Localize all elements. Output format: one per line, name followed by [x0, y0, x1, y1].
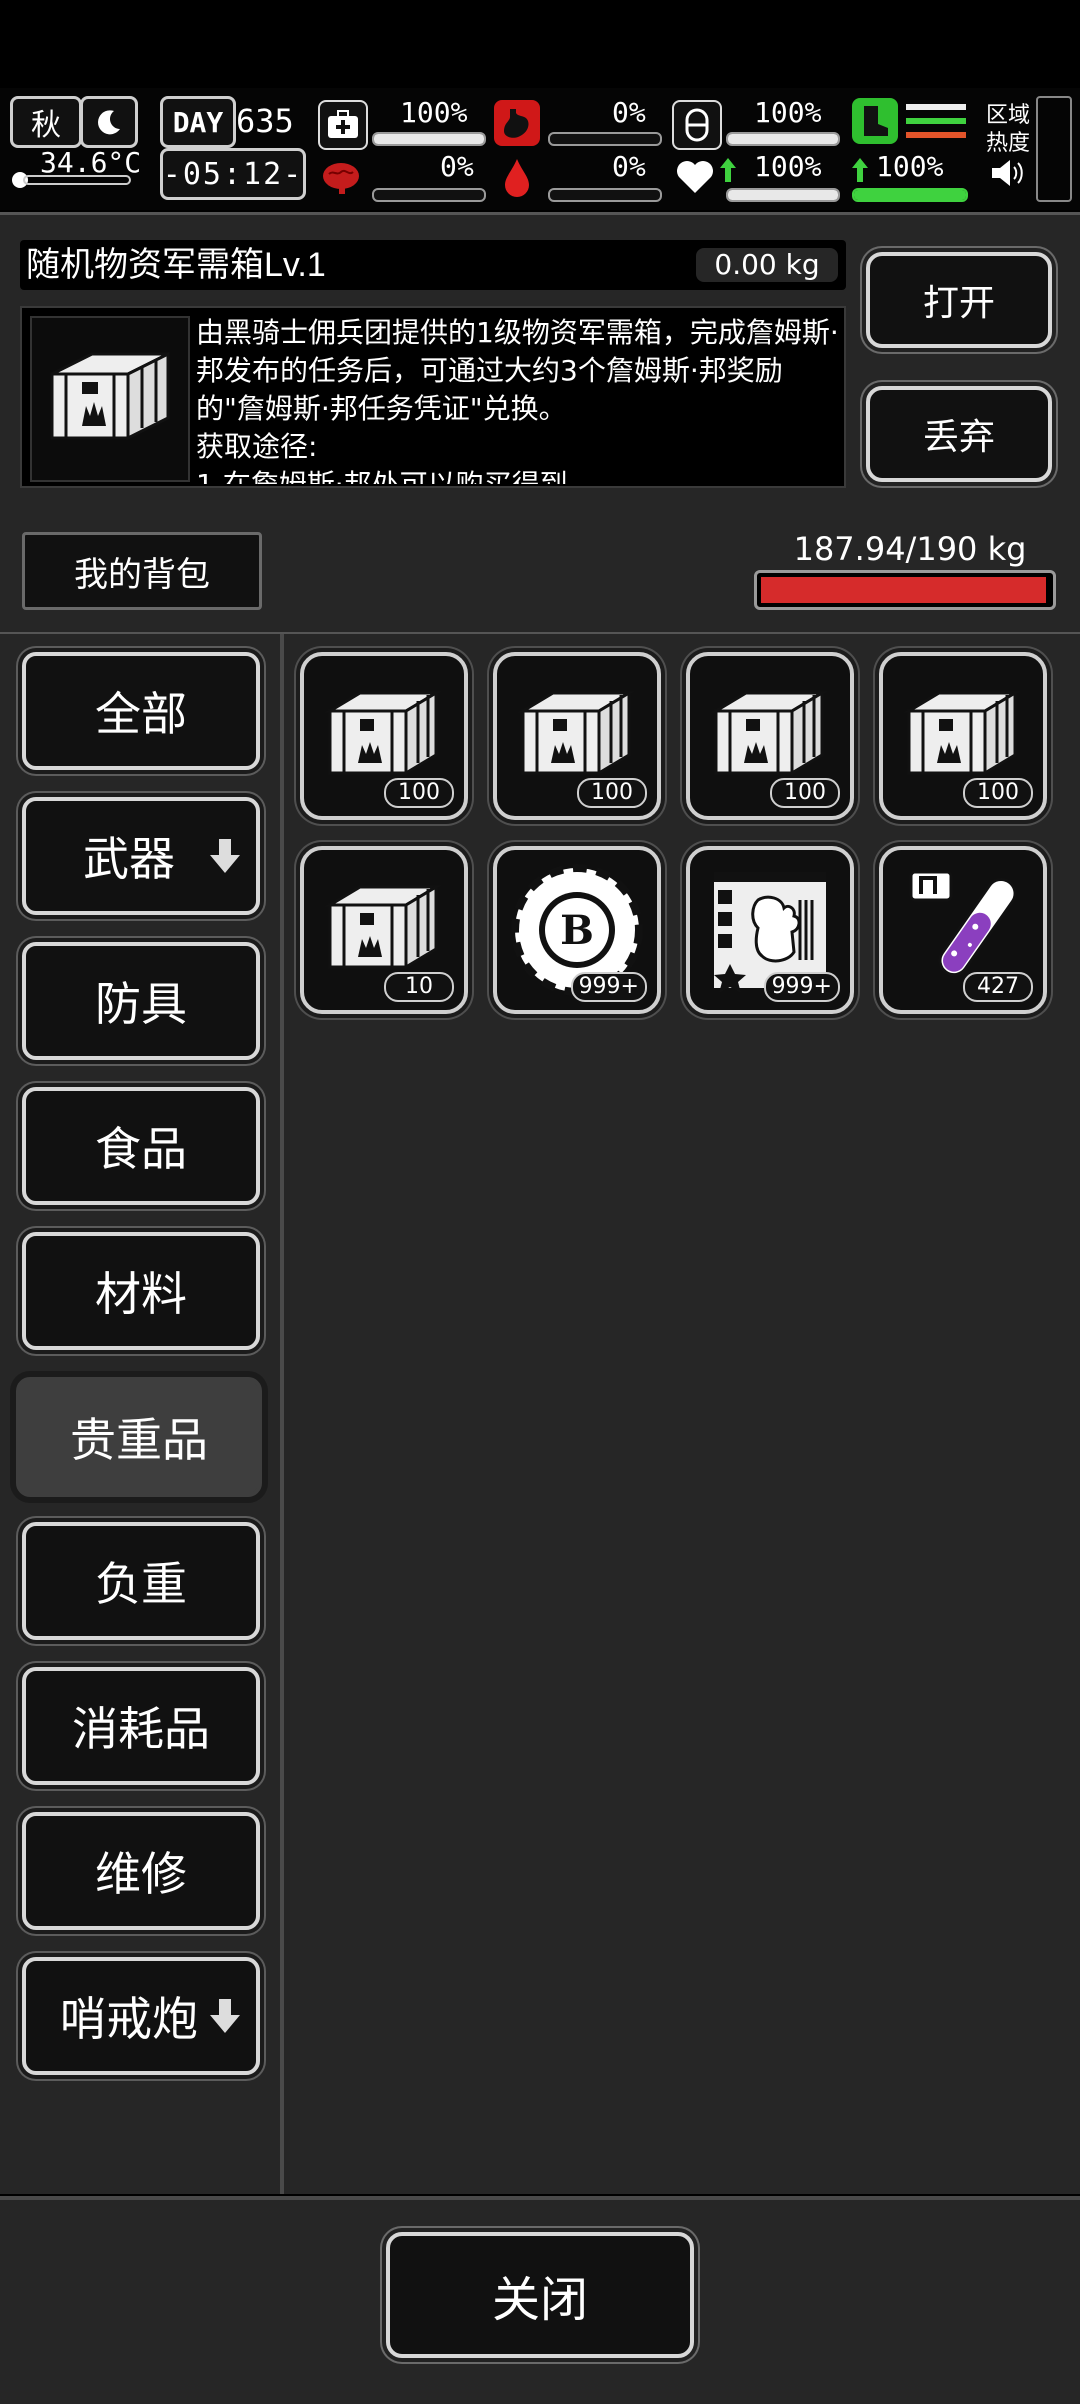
- moon-icon: [80, 96, 138, 148]
- hud-bar: 秋 34.6°C DAY 635 -05:12- 100% 0% 100% 0%: [0, 88, 1080, 210]
- close-button[interactable]: 关闭: [386, 2232, 694, 2358]
- category-tab-3[interactable]: 食品: [22, 1087, 260, 1205]
- item-thumbnail: [30, 316, 190, 482]
- inventory-slot[interactable]: 100: [879, 652, 1047, 820]
- category-tab-0[interactable]: 全部: [22, 652, 260, 770]
- item-quantity-badge: 10: [384, 972, 454, 1002]
- category-label: 消耗品: [72, 1702, 210, 1756]
- stamina-bar: [852, 188, 968, 202]
- inventory-slot[interactable]: 100: [686, 652, 854, 820]
- medicine-value: 100%: [754, 96, 822, 129]
- region-heat-label-line1: 区域: [986, 103, 1031, 128]
- bag-capacity-bar: [754, 570, 1056, 610]
- up-arrow-icon: [852, 158, 868, 182]
- blood-bar: [548, 188, 662, 202]
- inventory-slot[interactable]: 427: [879, 846, 1047, 1014]
- item-description: 由黑骑士佣兵团提供的1级物资军需箱，完成詹姆斯·邦发布的任务后，可通过大约3个詹…: [196, 316, 839, 484]
- medicine-bar: [726, 132, 840, 146]
- pill-icon: [672, 100, 722, 150]
- heart-bar: [726, 188, 840, 202]
- speaker-icon[interactable]: [990, 158, 1026, 188]
- stomach-icon: [494, 100, 540, 146]
- category-tab-1[interactable]: 武器: [22, 797, 260, 915]
- blood-drop-icon: [494, 154, 540, 200]
- season-label: 秋: [31, 108, 61, 143]
- item-weight: 0.00 kg: [696, 248, 838, 282]
- region-heat-meter: [1036, 96, 1072, 202]
- inventory-slot[interactable]: 100: [300, 652, 468, 820]
- blood-value: 0%: [612, 150, 646, 183]
- category-label: 哨戒炮: [60, 1992, 198, 2046]
- inventory-slot[interactable]: 10: [300, 846, 468, 1014]
- category-tab-6[interactable]: 负重: [22, 1522, 260, 1640]
- category-label: 食品: [95, 1122, 187, 1176]
- region-heat-label: 区域 热度: [986, 102, 1030, 158]
- category-label: 贵重品: [70, 1413, 208, 1467]
- health-bar: [372, 132, 486, 146]
- stamina-value: 100%: [876, 150, 944, 183]
- item-quantity-badge: 427: [963, 972, 1033, 1002]
- inventory-slot[interactable]: 999+: [686, 846, 854, 1014]
- category-tab-9[interactable]: 哨戒炮: [22, 1957, 260, 2075]
- bag-label: 我的背包: [22, 532, 262, 610]
- health-value: 100%: [400, 96, 468, 129]
- day-label: DAY: [160, 96, 236, 148]
- temperature-gauge: 34.6°C: [10, 146, 141, 188]
- clock-display: -05:12-: [160, 148, 306, 200]
- region-heat-label-line2: 热度: [986, 131, 1031, 156]
- category-label: 武器: [83, 832, 175, 886]
- category-label: 材料: [95, 1267, 187, 1321]
- system-status-bar: [0, 0, 1080, 88]
- item-quantity-badge: 999+: [570, 972, 647, 1002]
- boot-icon: [852, 98, 898, 144]
- bag-capacity-text: 187.94/190 kg: [793, 530, 1027, 568]
- svg-text:B: B: [560, 907, 594, 954]
- brain-icon: [318, 154, 364, 200]
- item-quantity-badge: 100: [577, 778, 647, 808]
- brain-bar: [372, 188, 486, 202]
- open-button[interactable]: 打开: [866, 252, 1052, 348]
- category-label: 负重: [95, 1557, 187, 1611]
- down-arrow-icon: [210, 839, 240, 873]
- down-arrow-icon: [210, 1999, 240, 2033]
- category-tab-2[interactable]: 防具: [22, 942, 260, 1060]
- category-tab-4[interactable]: 材料: [22, 1232, 260, 1350]
- equipment-status-icon: [906, 100, 966, 144]
- heart-icon: [672, 154, 718, 200]
- item-quantity-badge: 100: [770, 778, 840, 808]
- item-quantity-badge: 100: [963, 778, 1033, 808]
- category-tab-5[interactable]: 贵重品: [16, 1377, 262, 1497]
- category-tab-8[interactable]: 维修: [22, 1812, 260, 1930]
- up-arrow-icon: [720, 158, 736, 182]
- brain-value: 0%: [440, 150, 474, 183]
- day-number: 635: [236, 102, 294, 140]
- medkit-icon: [318, 100, 368, 150]
- inventory-slot[interactable]: 100: [493, 652, 661, 820]
- bag-capacity-fill: [761, 577, 1046, 603]
- discard-button[interactable]: 丢弃: [866, 386, 1052, 482]
- hunger-bar: [548, 132, 662, 146]
- inventory-slot[interactable]: B 999+: [493, 846, 661, 1014]
- item-name: 随机物资军需箱Lv.1: [26, 246, 326, 284]
- item-quantity-badge: 100: [384, 778, 454, 808]
- item-quantity-badge: 999+: [763, 972, 840, 1002]
- category-label: 防具: [95, 977, 187, 1031]
- temperature-value: 34.6°C: [40, 146, 142, 179]
- category-label: 全部: [95, 687, 187, 741]
- supply-crate-icon: [50, 351, 170, 441]
- hunger-value: 0%: [612, 96, 646, 129]
- category-label: 维修: [95, 1847, 187, 1901]
- season-indicator: 秋: [10, 96, 82, 148]
- category-tab-7[interactable]: 消耗品: [22, 1667, 260, 1785]
- heart-value: 100%: [754, 150, 822, 183]
